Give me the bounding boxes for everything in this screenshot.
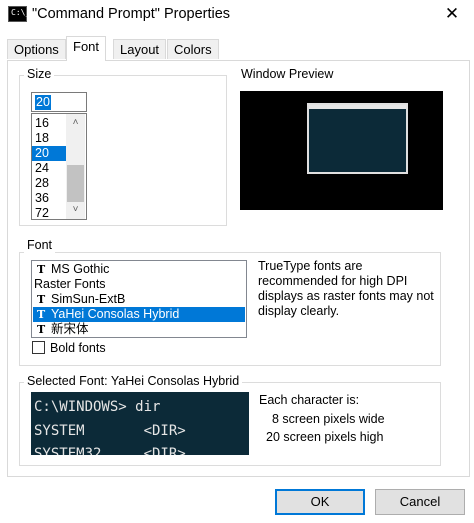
size-item-28[interactable]: 28: [32, 176, 70, 191]
tab-font[interactable]: Font: [66, 36, 107, 61]
char-width-text: 8 screen pixels wide: [272, 412, 385, 426]
size-item-24[interactable]: 24: [32, 161, 70, 176]
size-scrollbar-thumb[interactable]: [67, 165, 84, 202]
cancel-button[interactable]: Cancel: [375, 489, 465, 515]
truetype-note: TrueType fonts are recommended for high …: [258, 259, 434, 318]
chevron-up-icon[interactable]: ˄: [66, 116, 85, 130]
font-item-ms-gothic[interactable]: T MS Gothic: [33, 262, 245, 277]
font-item-nsimsun[interactable]: T 新宋体: [33, 322, 245, 337]
tab-layout[interactable]: Layout: [113, 39, 167, 59]
ok-button[interactable]: OK: [275, 489, 365, 515]
preview-window-titlebar: [309, 105, 406, 109]
size-legend: Size: [24, 67, 55, 82]
window-title: "Command Prompt" Properties: [32, 6, 231, 22]
sample-line: SYSTEM <DIR>: [34, 423, 186, 439]
size-input[interactable]: 20: [31, 92, 87, 112]
tab-colors[interactable]: Colors: [167, 39, 219, 59]
window-preview-label: Window Preview: [238, 67, 337, 82]
font-item-yahei-consolas-hybrid[interactable]: T YaHei Consolas Hybrid: [33, 307, 245, 322]
each-character-label: Each character is:: [259, 393, 360, 407]
font-list[interactable]: T MS Gothic Raster Fonts T SimSun-ExtB T Ya…: [31, 260, 247, 338]
font-item-simsun-extb[interactable]: T SimSun-ExtB: [33, 292, 245, 307]
size-item-72[interactable]: 72: [32, 206, 70, 219]
truetype-icon: T: [37, 293, 46, 306]
size-item-36[interactable]: 36: [32, 191, 70, 206]
chevron-down-icon[interactable]: ˅: [66, 203, 85, 217]
font-legend: Font: [24, 238, 56, 253]
command-prompt-icon: C:\_: [8, 6, 30, 22]
preview-console-window: [307, 103, 408, 174]
bold-fonts-checkbox[interactable]: [32, 341, 45, 354]
truetype-icon: T: [37, 323, 46, 336]
font-item-raster-fonts[interactable]: Raster Fonts: [33, 277, 246, 292]
tab-options[interactable]: Options: [7, 39, 66, 59]
char-height-text: 20 screen pixels high: [266, 430, 384, 444]
selected-font-legend: Selected Font: YaHei Consolas Hybrid: [24, 374, 243, 389]
close-button[interactable]: ✕: [436, 2, 468, 26]
size-item-16[interactable]: 16: [32, 116, 70, 131]
sample-line: C:\WINDOWS> dir: [34, 399, 161, 415]
size-item-18[interactable]: 18: [32, 131, 70, 146]
font-sample: C:\WINDOWS> dir SYSTEM <DIR> SYSTEM32 <D…: [31, 392, 249, 455]
bold-fonts-label[interactable]: Bold fonts: [50, 341, 106, 356]
truetype-icon: T: [37, 308, 46, 321]
size-item-20[interactable]: 20: [32, 146, 70, 161]
sample-line: SYSTEM32 <DIR>: [34, 446, 186, 455]
truetype-icon: T: [37, 263, 46, 276]
